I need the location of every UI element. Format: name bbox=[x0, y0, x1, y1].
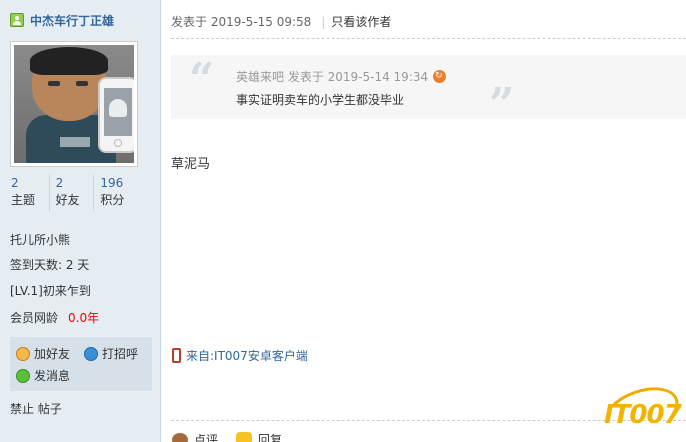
user-level: [LV.1]初来乍到 bbox=[10, 284, 91, 298]
watermark-text: IT007 bbox=[604, 400, 682, 430]
stat-friends-label: 好友 bbox=[55, 193, 80, 207]
android-phone-icon bbox=[98, 77, 134, 153]
post-header: 发表于 2019-5-15 09:58 | 只看该作者 bbox=[171, 13, 391, 30]
stat-threads-label: 主题 bbox=[11, 193, 36, 207]
stat-points-label: 积分 bbox=[100, 193, 125, 207]
send-message-label: 发消息 bbox=[34, 369, 71, 383]
user-icon bbox=[10, 13, 24, 27]
stat-friends-value: 2 bbox=[55, 176, 64, 190]
reply-icon bbox=[236, 431, 253, 442]
open-quote-icon: “ bbox=[189, 54, 215, 105]
close-quote-icon: ” bbox=[489, 79, 515, 130]
banned-status: 禁止 帖子 bbox=[10, 402, 62, 416]
post-timestamp: 发表于 2019-5-15 09:58 bbox=[171, 15, 312, 29]
avatar-image bbox=[14, 45, 134, 163]
jump-to-quote-icon[interactable] bbox=[433, 70, 447, 83]
author-name-link[interactable]: 中杰车行丁正雄 bbox=[30, 12, 114, 29]
add-friend-label: 加好友 bbox=[34, 347, 71, 361]
say-hello-icon bbox=[84, 346, 98, 361]
rate-button[interactable]: 点评 bbox=[172, 431, 218, 442]
stat-points-value: 196 bbox=[100, 176, 124, 190]
add-friend-icon bbox=[16, 346, 30, 361]
post-source-label: 来自:IT007安卓客户端 bbox=[186, 349, 308, 363]
stat-threads-value: 2 bbox=[11, 176, 19, 190]
mobile-phone-icon bbox=[172, 348, 181, 363]
message-icon bbox=[16, 368, 30, 383]
rate-icon bbox=[172, 432, 188, 442]
membership-value: 0.0年 bbox=[68, 311, 100, 325]
stat-friends[interactable]: 2 好友 bbox=[48, 175, 94, 211]
say-hello-button[interactable]: 打招呼 bbox=[84, 345, 138, 362]
quote-text: 事实证明卖车的小学生都没毕业 bbox=[236, 93, 405, 107]
stat-threads[interactable]: 2 主题 bbox=[10, 175, 49, 211]
avatar[interactable] bbox=[10, 41, 138, 167]
signin-days: 签到天数: 2 天 bbox=[10, 258, 90, 272]
say-hello-label: 打招呼 bbox=[102, 347, 139, 361]
quote-author-and-time: 英雄来吧 发表于 2019-5-14 19:34 bbox=[236, 70, 429, 84]
author-actions: 加好友 打招呼 发消息 bbox=[10, 337, 152, 391]
reply-label: 回复 bbox=[258, 433, 283, 442]
add-friend-button[interactable]: 加好友 bbox=[16, 345, 70, 362]
reply-button[interactable]: 回复 bbox=[236, 431, 282, 442]
rate-label: 点评 bbox=[194, 433, 219, 442]
only-author-link[interactable]: 只看该作者 bbox=[331, 13, 391, 30]
it007-watermark-logo: IT007 bbox=[596, 377, 686, 442]
post-content: 草泥马 bbox=[171, 157, 211, 172]
header-divider bbox=[171, 38, 686, 39]
membership-label: 会员网龄 bbox=[10, 311, 59, 325]
quote-meta: 英雄来吧 发表于 2019-5-14 19:34 bbox=[236, 68, 447, 85]
author-sidebar: 中杰车行丁正雄 2 主题 2 好友 196 积分 托儿所小熊 签到天数: 2 天… bbox=[0, 0, 161, 442]
post-footer-actions: 点评 回复 bbox=[172, 431, 300, 442]
send-message-button[interactable]: 发消息 bbox=[16, 367, 70, 384]
medal-title: 托儿所小熊 bbox=[10, 233, 71, 247]
post-source-link[interactable]: 来自:IT007安卓客户端 bbox=[172, 347, 308, 364]
author-stats: 2 主题 2 好友 196 积分 bbox=[10, 175, 138, 211]
quote-block: “ 英雄来吧 发表于 2019-5-14 19:34 事实证明卖车的小学生都没毕… bbox=[171, 54, 686, 127]
header-separator: | bbox=[321, 14, 326, 29]
stat-points[interactable]: 196 积分 bbox=[93, 175, 138, 211]
membership-age: 会员网龄 0.0年 bbox=[10, 309, 99, 326]
author-row: 中杰车行丁正雄 bbox=[10, 11, 114, 29]
